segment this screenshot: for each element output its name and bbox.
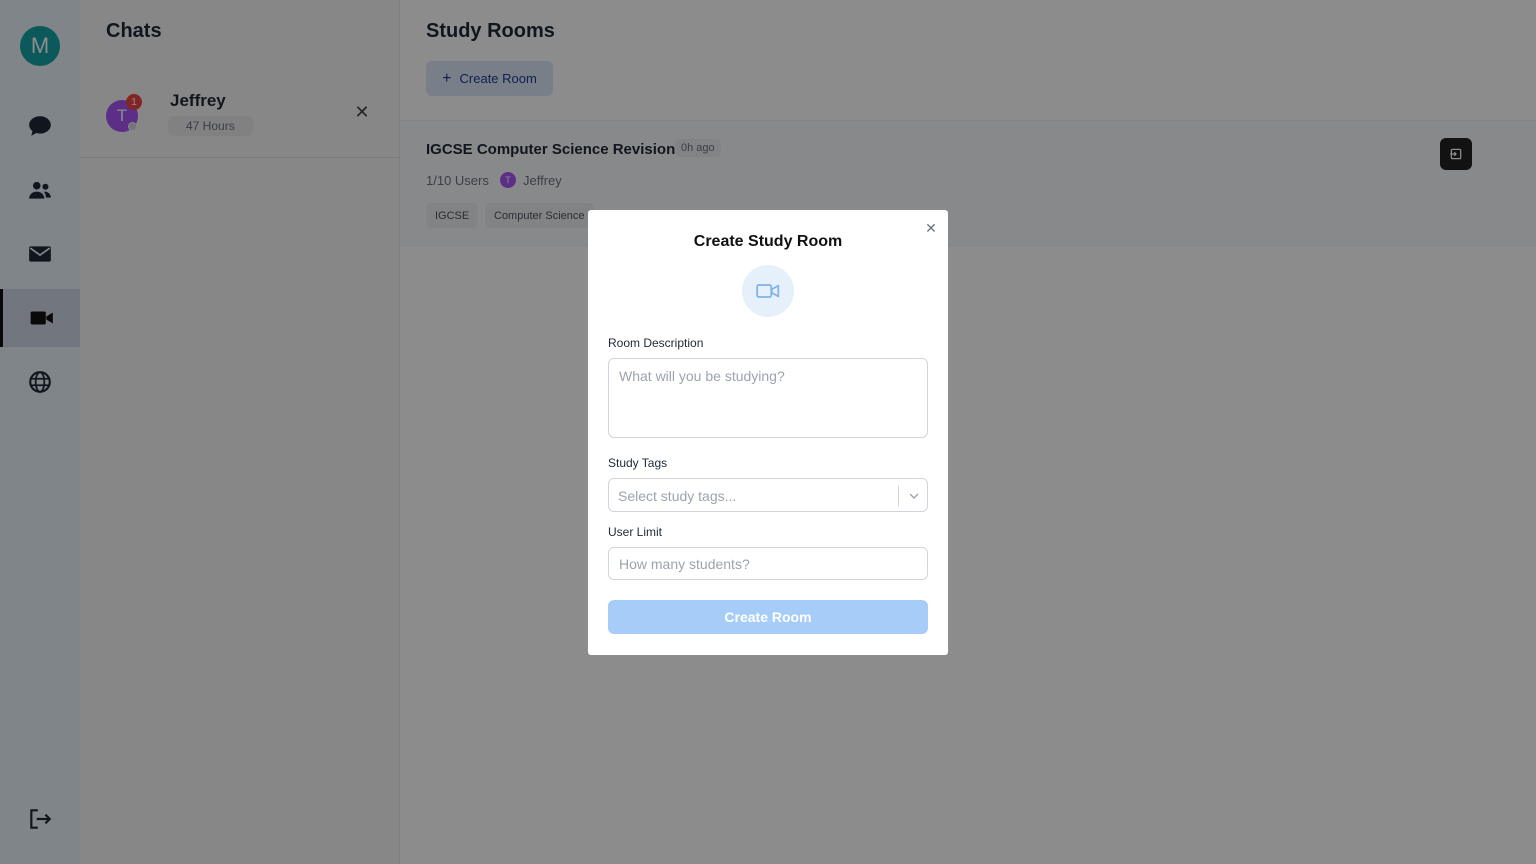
study-tags-select[interactable]: Select study tags...	[608, 478, 928, 512]
submit-create-room-button[interactable]: Create Room	[608, 600, 928, 634]
video-camera-icon	[742, 265, 794, 317]
chevron-down-icon	[909, 493, 919, 499]
study-tags-placeholder: Select study tags...	[618, 488, 737, 504]
user-limit-input[interactable]	[608, 547, 928, 580]
user-limit-label: User Limit	[608, 525, 663, 539]
room-description-input[interactable]	[608, 358, 928, 438]
modal-title: Create Study Room	[693, 233, 843, 250]
create-study-room-modal: ✕ Create Study Room Room Description Stu…	[588, 210, 948, 655]
select-divider	[898, 486, 899, 506]
study-tags-label: Study Tags	[608, 456, 668, 470]
room-description-label: Room Description	[608, 336, 704, 350]
